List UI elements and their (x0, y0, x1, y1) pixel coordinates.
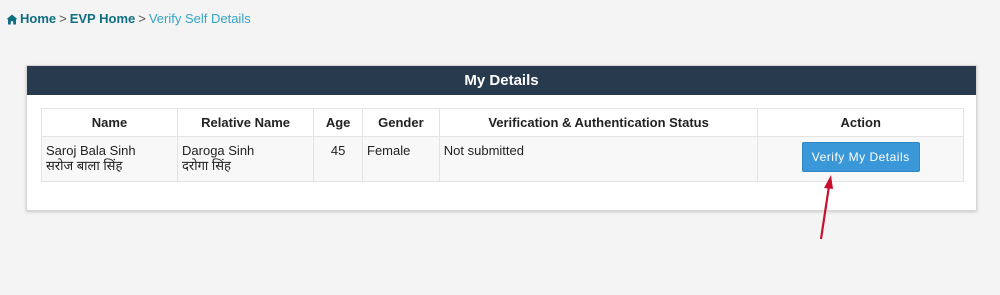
header-action: Action (757, 108, 964, 137)
cell-name: Saroj Bala Sinh सरोज बाला सिंह (40, 136, 179, 182)
details-table: Name Relative Name Age Gender Verificati… (40, 108, 964, 182)
red-arrow-icon (819, 175, 833, 240)
home-icon[interactable] (6, 13, 18, 29)
name-english: Saroj Bala Sinh (46, 143, 136, 158)
cell-action: Verify My Details (757, 136, 964, 182)
cell-relative-name: Daroga Sinh दरोगा सिंह (177, 136, 315, 182)
name-hindi: सरोज बाला सिंह (46, 158, 123, 173)
header-age: Age (313, 108, 364, 137)
cell-age: 45 (313, 136, 364, 182)
header-relative-name: Relative Name (177, 108, 315, 137)
breadcrumb-separator: > (59, 11, 67, 26)
verify-my-details-button[interactable]: Verify My Details (801, 142, 920, 172)
breadcrumb: Home > EVP Home > Verify Self Details (6, 11, 251, 29)
breadcrumb-evp-home-link[interactable]: EVP Home (70, 11, 136, 26)
relative-name-hindi: दरोगा सिंह (182, 158, 231, 173)
header-gender: Gender (362, 108, 440, 137)
breadcrumb-current: Verify Self Details (148, 11, 251, 26)
breadcrumb-separator: > (138, 11, 146, 26)
panel-title: My Details (27, 66, 976, 95)
table-header-row: Name Relative Name Age Gender Verificati… (40, 108, 964, 137)
cell-status: Not submitted (438, 136, 759, 182)
breadcrumb-home-link[interactable]: Home (20, 11, 56, 26)
header-status: Verification & Authentication Status (438, 108, 759, 137)
relative-name-english: Daroga Sinh (182, 143, 255, 158)
header-name: Name (40, 108, 179, 137)
details-table-wrapper: Name Relative Name Age Gender Verificati… (40, 108, 964, 182)
cell-gender: Female (362, 136, 440, 182)
